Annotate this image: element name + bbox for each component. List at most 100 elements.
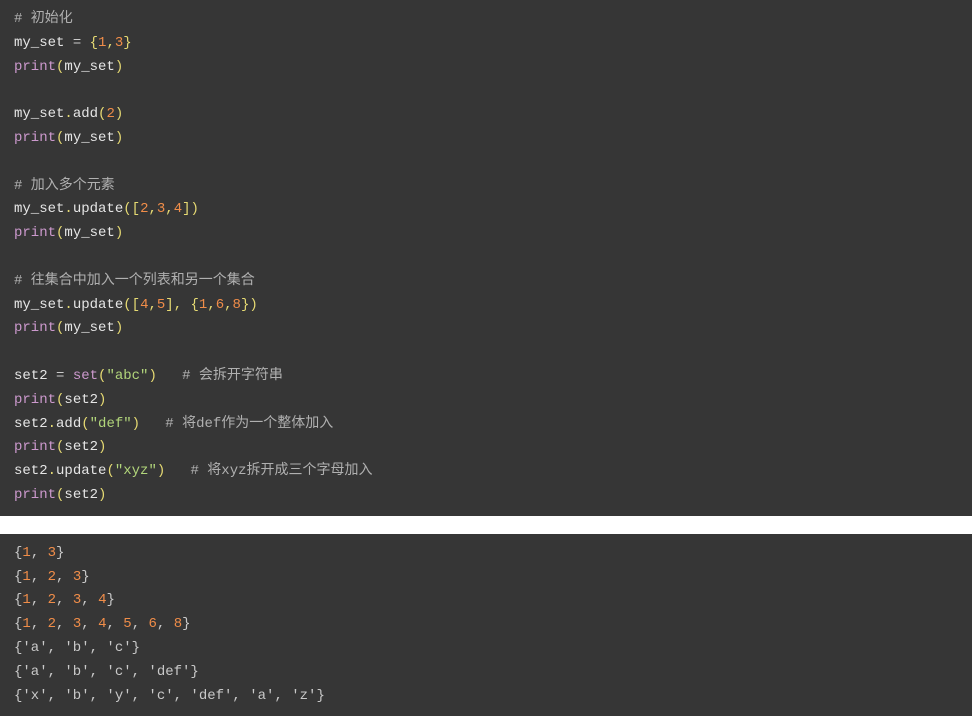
code-paren: ) (115, 106, 123, 122)
code-builtin: print (14, 320, 56, 336)
code-identifier: set2 (14, 416, 48, 432)
code-paren: ( (123, 297, 131, 313)
code-identifier: my_set (14, 297, 64, 313)
code-paren: ) (115, 130, 123, 146)
code-identifier: my_set (64, 225, 114, 241)
code-comma: , (174, 297, 191, 313)
code-identifier: my_set (64, 59, 114, 75)
code-space (140, 416, 165, 432)
code-identifier: my_set (64, 130, 114, 146)
output-comma: , (106, 616, 123, 632)
output-line: {'a', 'b', 'c', 'def'} (14, 664, 199, 680)
code-comment: # 初始化 (14, 11, 73, 27)
output-number: 2 (48, 569, 56, 585)
output-line: {'x', 'b', 'y', 'c', 'def', 'a', 'z'} (14, 688, 325, 704)
code-string: "xyz" (115, 463, 157, 479)
code-identifier: set2 (64, 487, 98, 503)
code-identifier: set2 (64, 392, 98, 408)
output-comma: , (56, 592, 73, 608)
code-comma: , (224, 297, 232, 313)
code-paren: ) (115, 320, 123, 336)
output-comma: , (81, 592, 98, 608)
code-paren: ) (249, 297, 257, 313)
output-comma: , (132, 616, 149, 632)
code-dot: . (64, 106, 72, 122)
code-brace: { (191, 297, 199, 313)
code-comma: , (165, 201, 173, 217)
output-number: 1 (22, 569, 30, 585)
code-comment: # 往集合中加入一个列表和另一个集合 (14, 273, 255, 289)
output-number: 5 (123, 616, 131, 632)
code-number: 3 (115, 35, 123, 51)
code-builtin: print (14, 487, 56, 503)
code-dot: . (48, 463, 56, 479)
code-paren: ) (98, 487, 106, 503)
code-paren: ) (115, 59, 123, 75)
code-paren: ) (98, 392, 106, 408)
code-paren: ) (115, 225, 123, 241)
code-paren: ) (157, 463, 165, 479)
output-comma: , (31, 545, 48, 561)
output-number: 1 (22, 616, 30, 632)
output-comma: , (56, 569, 73, 585)
output-comma: , (81, 616, 98, 632)
code-comment: # 将def作为一个整体加入 (165, 416, 333, 432)
code-builtin: print (14, 392, 56, 408)
code-builtin: set (73, 368, 98, 384)
code-builtin: print (14, 59, 56, 75)
code-bracket: ] (165, 297, 173, 313)
code-method: update (73, 201, 123, 217)
code-comma: , (207, 297, 215, 313)
code-builtin: print (14, 130, 56, 146)
output-number: 2 (48, 592, 56, 608)
output-number: 1 (22, 545, 30, 561)
code-identifier: my_set (64, 320, 114, 336)
code-block: # 初始化 my_set = {1,3} print(my_set) my_se… (0, 0, 972, 516)
output-comma: , (31, 569, 48, 585)
code-number: 2 (106, 106, 114, 122)
code-space (157, 368, 182, 384)
output-number: 6 (149, 616, 157, 632)
code-comma: , (106, 35, 114, 51)
output-number: 3 (73, 592, 81, 608)
output-comma: , (31, 616, 48, 632)
code-paren: ) (148, 368, 156, 384)
code-method: update (56, 463, 106, 479)
output-number: 3 (73, 616, 81, 632)
code-operator: = (64, 35, 89, 51)
code-bracket: [ (132, 297, 140, 313)
code-paren: ( (81, 416, 89, 432)
code-builtin: print (14, 225, 56, 241)
code-method: add (73, 106, 98, 122)
code-number: 8 (233, 297, 241, 313)
code-string: "abc" (106, 368, 148, 384)
code-number: 4 (174, 201, 182, 217)
code-dot: . (64, 201, 72, 217)
output-line: {'a', 'b', 'c'} (14, 640, 140, 656)
code-comma: , (148, 297, 156, 313)
code-string: "def" (90, 416, 132, 432)
output-number: 2 (48, 616, 56, 632)
code-bracket: ] (182, 201, 190, 217)
code-bracket: [ (132, 201, 140, 217)
code-identifier: my_set (14, 201, 64, 217)
output-comma: , (56, 616, 73, 632)
code-comment: # 将xyz拆开成三个字母加入 (190, 463, 372, 479)
code-method: update (73, 297, 123, 313)
output-number: 3 (73, 569, 81, 585)
output-comma: , (31, 592, 48, 608)
code-paren: ) (98, 439, 106, 455)
code-brace: } (123, 35, 131, 51)
code-comma: , (148, 201, 156, 217)
output-brace: } (182, 616, 190, 632)
code-paren: ( (106, 463, 114, 479)
output-number: 3 (48, 545, 56, 561)
output-comma: , (157, 616, 174, 632)
code-dot: . (64, 297, 72, 313)
output-block: {1, 3} {1, 2, 3} {1, 2, 3, 4} {1, 2, 3, … (0, 534, 972, 717)
code-builtin: print (14, 439, 56, 455)
code-paren: ( (123, 201, 131, 217)
code-paren: ) (132, 416, 140, 432)
output-brace: } (106, 592, 114, 608)
output-number: 8 (174, 616, 182, 632)
